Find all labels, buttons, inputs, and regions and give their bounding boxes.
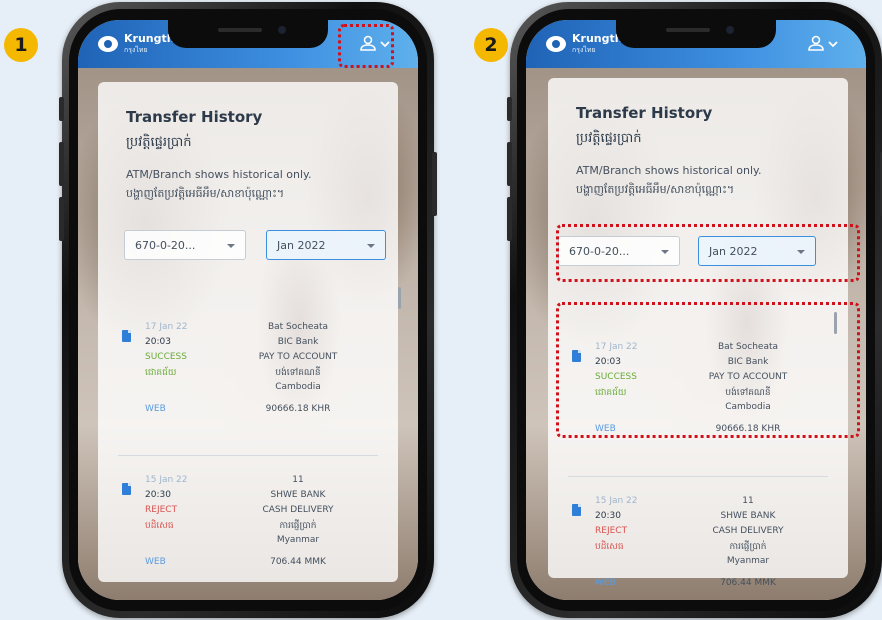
tx-status-khmer: បដិសេធ <box>145 521 174 531</box>
user-icon <box>808 35 824 51</box>
highlight-transaction <box>556 302 860 438</box>
step-badge-1: 1 <box>4 28 38 62</box>
page-title-khmer: ប្រវត្តិផ្ទេរប្រាក់ <box>126 135 192 150</box>
tx-country: Myanmar <box>276 535 320 545</box>
historical-notice: ATM/Branch shows historical only. <box>576 164 762 177</box>
brand-name: Krungth <box>124 32 175 45</box>
historical-notice-khmer: បង្ហាញតែប្រវត្តិអេធីអឹម/សាខាប៉ុណ្ណោះ។ <box>576 183 735 196</box>
month-select[interactable]: Jan 2022 <box>266 230 386 260</box>
transaction-row[interactable]: 15 Jan 22 20:30 REJECT បដិសេធ WEB 11 SHW… <box>98 475 398 600</box>
tx-time: 20:03 <box>145 337 171 347</box>
tx-status-khmer: ជោគជ័យ <box>145 368 177 378</box>
tx-bank: SHWE BANK <box>270 490 326 500</box>
caret-down-icon <box>367 244 375 248</box>
tx-channel: WEB <box>145 404 166 414</box>
document-icon <box>572 504 581 516</box>
tx-type: CASH DELIVERY <box>262 505 334 515</box>
tx-amount: 706.44 MMK <box>270 557 326 567</box>
transaction-row[interactable]: 15 Jan 22 20:30 REJECT បដិសេធ WEB 11 SHW… <box>548 496 848 600</box>
tx-recipient: 11 <box>292 475 304 485</box>
tx-country: Myanmar <box>726 556 770 566</box>
tx-time: 20:30 <box>595 511 621 521</box>
tx-date: 17 Jan 22 <box>145 322 188 332</box>
user-menu-button[interactable] <box>806 34 842 54</box>
tx-type-khmer: ការផ្ញើប្រាក់ <box>729 542 767 552</box>
scrollbar[interactable] <box>398 287 401 309</box>
account-select[interactable]: 670-0-20... <box>124 230 246 260</box>
krungthai-logo-icon <box>98 36 118 52</box>
tx-bank: BIC Bank <box>277 337 319 347</box>
transaction-row[interactable]: 17 Jan 22 20:03 SUCCESS ជោគជ័យ WEB Bat S… <box>98 322 398 447</box>
caret-down-icon <box>227 244 235 248</box>
tx-date: 15 Jan 22 <box>145 475 188 485</box>
month-select-value: Jan 2022 <box>277 239 326 252</box>
historical-notice-khmer: បង្ហាញតែប្រវត្តិអេធីអឹម/សាខាប៉ុណ្ណោះ។ <box>126 187 285 200</box>
tx-recipient: 11 <box>742 496 754 506</box>
phone-notch <box>168 20 328 48</box>
krungthai-logo-icon <box>546 36 566 52</box>
highlight-filters <box>556 224 860 282</box>
historical-notice: ATM/Branch shows historical only. <box>126 168 312 181</box>
tx-status: SUCCESS <box>145 352 187 362</box>
tx-amount: 706.44 MMK <box>720 578 776 588</box>
tx-channel: WEB <box>145 557 166 567</box>
chevron-down-icon <box>828 41 838 48</box>
brand-subtitle: กรุงไทย <box>124 46 148 54</box>
phone-screen-1: Krungth กรุงไทย Transfer History ប្រវត្ត… <box>78 20 418 600</box>
transfer-history-panel: Transfer History ប្រវត្តិផ្ទេរប្រាក់ ATM… <box>98 82 401 582</box>
tx-country: Cambodia <box>275 382 321 392</box>
page-title: Transfer History <box>576 104 713 122</box>
tx-time: 20:30 <box>145 490 171 500</box>
tx-channel: WEB <box>595 578 616 588</box>
tx-date: 15 Jan 22 <box>595 496 638 506</box>
phone-notch <box>616 20 776 48</box>
page-title: Transfer History <box>126 108 263 126</box>
tx-type-khmer: បង់ទៅគណនី <box>275 368 321 378</box>
tx-status-khmer: បដិសេធ <box>595 542 624 552</box>
brand-subtitle: กรุงไทย <box>572 46 596 54</box>
page-title-khmer: ប្រវត្តិផ្ទេរប្រាក់ <box>576 131 642 146</box>
tx-status: REJECT <box>595 526 628 536</box>
account-select-value: 670-0-20... <box>135 239 196 252</box>
tx-amount: 90666.18 KHR <box>265 404 331 414</box>
phone-mockup-1: Krungth กรุงไทย Transfer History ប្រវត្ត… <box>59 2 437 618</box>
tx-bank: SHWE BANK <box>720 511 776 521</box>
tx-type-khmer: ការផ្ញើប្រាក់ <box>279 521 317 531</box>
step-badge-2: 2 <box>474 28 508 62</box>
tx-recipient: Bat Socheata <box>267 322 329 332</box>
tx-type: PAY TO ACCOUNT <box>258 352 338 362</box>
tx-type: CASH DELIVERY <box>712 526 784 536</box>
tx-status: REJECT <box>145 505 178 515</box>
row-divider <box>568 476 828 477</box>
brand-name: Krungth <box>572 32 623 45</box>
highlight-user-menu <box>338 24 394 68</box>
document-icon <box>122 483 131 495</box>
document-icon <box>122 330 131 342</box>
row-divider <box>118 455 378 456</box>
